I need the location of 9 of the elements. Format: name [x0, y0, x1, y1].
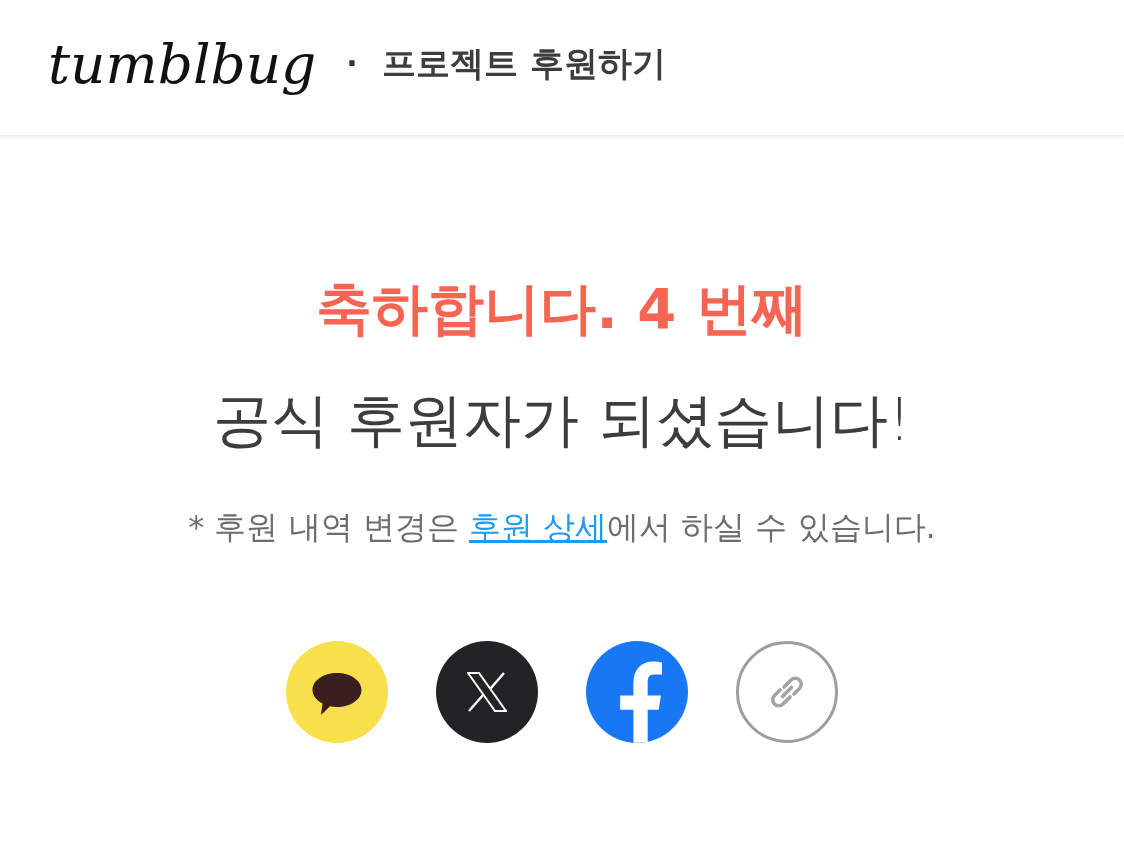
congratulations-headline: 축하합니다. 4 번째	[316, 276, 808, 342]
change-note: * 후원 내역 변경은 후원 상세에서 하실 수 있습니다.	[188, 507, 936, 547]
x-logo-icon	[467, 672, 507, 712]
logo[interactable]: tumblbug	[48, 31, 317, 96]
f-logo-icon	[618, 659, 662, 743]
speech-bubble-icon	[312, 672, 362, 716]
supporter-message: 공식 후원자가 되셨습니다!	[212, 385, 912, 456]
separator-dot: ·	[346, 46, 358, 81]
page-title: 프로젝트 후원하기	[381, 41, 666, 85]
